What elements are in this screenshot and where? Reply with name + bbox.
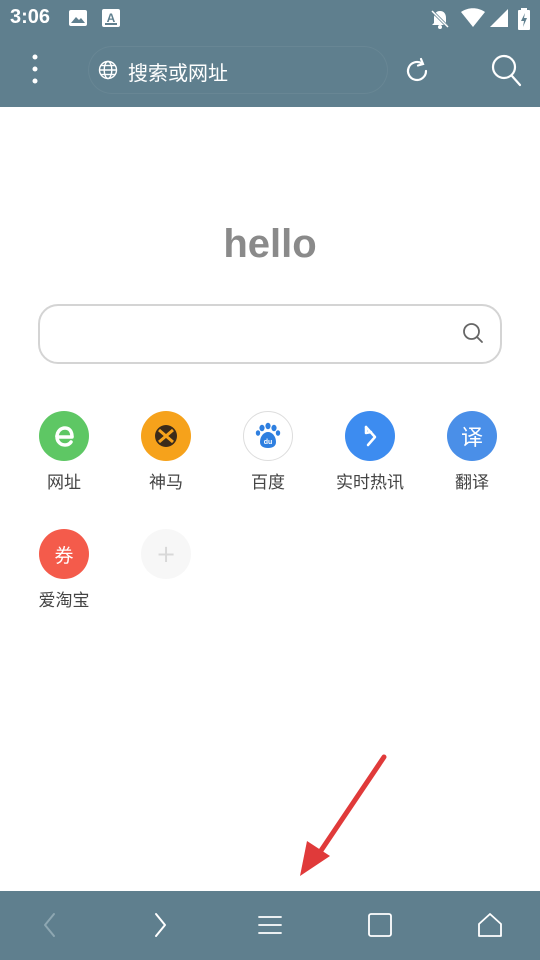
translate-glyph: 译: [460, 426, 483, 451]
shortcut-url[interactable]: 网址: [19, 411, 109, 493]
shortcut-label: 网址: [47, 473, 81, 493]
shortcut-label: 爱淘宝: [38, 591, 90, 611]
translate-icon: 译: [447, 411, 497, 461]
shortcut-label: 神马: [149, 473, 183, 493]
image-icon: [68, 8, 88, 32]
shortcut-label: 百度: [251, 473, 285, 493]
shenma-icon: [141, 411, 191, 461]
baidu-paw-icon: du: [243, 411, 293, 461]
add-shortcut-icon: +: [141, 529, 191, 579]
globe-icon: [98, 60, 118, 84]
shortcut-baidu[interactable]: du 百度: [223, 411, 313, 493]
forward-icon[interactable]: [143, 908, 177, 942]
wifi-icon: [461, 8, 485, 32]
home-icon[interactable]: [473, 908, 507, 942]
add-shortcut-button[interactable]: +: [121, 529, 211, 579]
browser-toolbar: 搜索或网址: [0, 36, 540, 107]
hot-news-icon: [345, 411, 395, 461]
shortcut-hot-news[interactable]: 实时热讯: [325, 411, 415, 493]
home-search-input[interactable]: [38, 304, 502, 364]
greeting-title: hello: [223, 222, 317, 266]
shortcut-translate[interactable]: 译 翻译: [427, 411, 517, 493]
search-icon[interactable]: [462, 322, 484, 348]
refresh-icon[interactable]: [402, 56, 432, 90]
cell-signal-icon: [489, 8, 509, 32]
coupon-icon: 券: [39, 529, 89, 579]
add-glyph: +: [155, 540, 177, 568]
bottom-nav: [0, 891, 540, 960]
shortcut-aitaobao[interactable]: 券 爱淘宝: [19, 529, 109, 611]
status-time: 3:06: [10, 6, 51, 28]
url-bar[interactable]: 搜索或网址: [88, 46, 388, 94]
notifications-off-icon: [429, 8, 451, 34]
ie-e-icon: [39, 411, 89, 461]
url-placeholder: 搜索或网址: [128, 61, 228, 85]
status-bar: 3:06 A: [0, 0, 540, 36]
text-a-icon: A: [102, 8, 120, 32]
svg-text:du: du: [264, 439, 273, 446]
svg-text:A: A: [107, 11, 116, 25]
search-icon[interactable]: [491, 54, 523, 92]
shortcut-label: 翻译: [455, 473, 489, 493]
tabs-icon[interactable]: [363, 908, 397, 942]
coupon-glyph: 券: [54, 544, 74, 567]
shortcut-label: 实时热讯: [336, 473, 404, 493]
battery-charging-icon: [518, 8, 530, 34]
menu-icon[interactable]: [253, 908, 287, 942]
back-icon[interactable]: [33, 908, 67, 942]
more-vert-icon[interactable]: [24, 52, 46, 86]
shortcut-shenma[interactable]: 神马: [121, 411, 211, 493]
